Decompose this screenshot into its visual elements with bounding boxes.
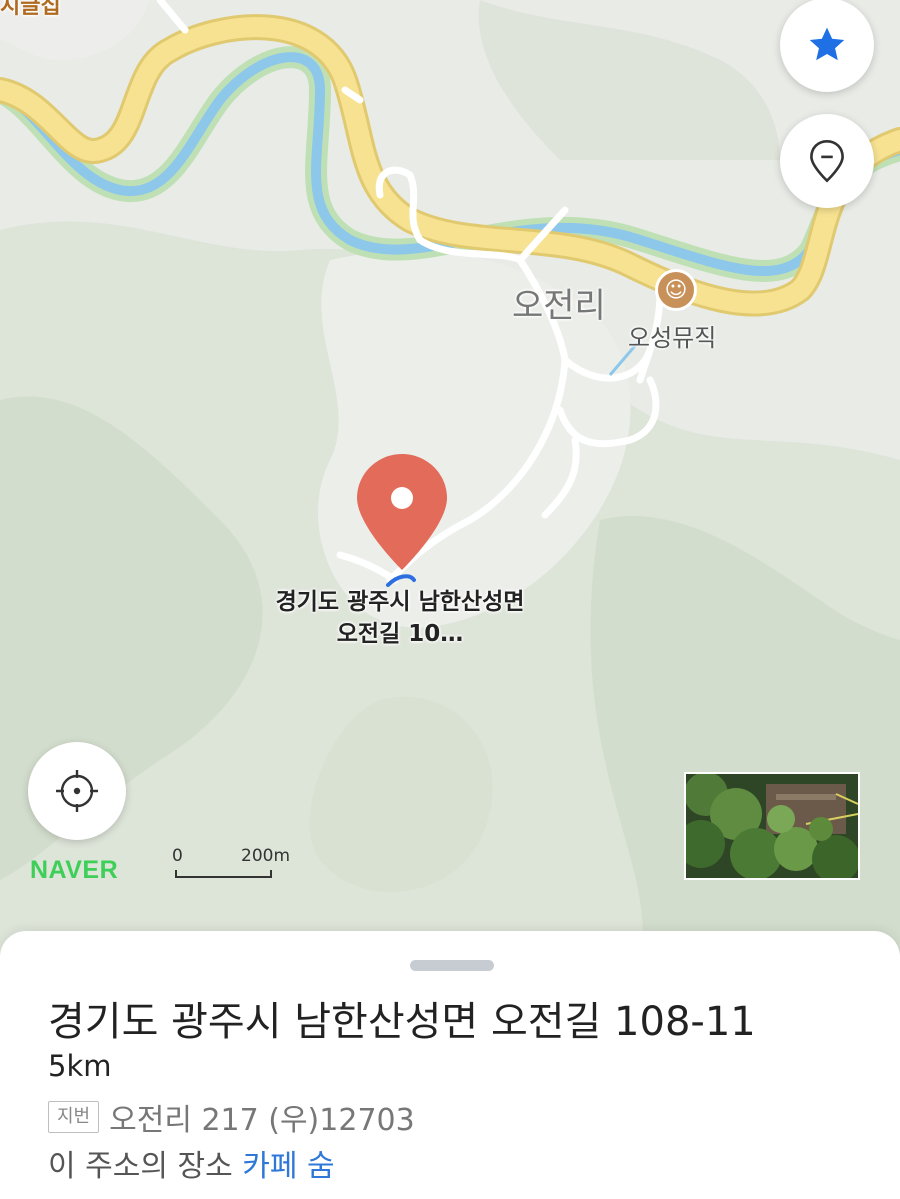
- sheet-drag-handle[interactable]: [410, 960, 494, 971]
- scale-zero-label: 0: [172, 846, 183, 866]
- scale-bar: [175, 870, 272, 878]
- distance-text: 5km: [48, 1049, 112, 1083]
- jibun-address: 오전리 217 (우)12703: [109, 1103, 415, 1138]
- naver-logo: NAVER: [30, 856, 119, 884]
- location-pin-icon[interactable]: [355, 452, 449, 572]
- address-info-sheet[interactable]: 경기도 광주시 남한산성면 오전길 108-11 5km 지번 오전리 217 …: [0, 931, 900, 1199]
- crosshair-icon: [56, 770, 98, 812]
- place-marker-button[interactable]: [780, 114, 874, 208]
- village-label: 오전리: [512, 286, 606, 326]
- street-view-photo: [686, 774, 858, 878]
- street-view-thumbnail[interactable]: [684, 772, 860, 880]
- map-scale: 0 200m: [172, 846, 302, 882]
- jibun-badge: 지번: [48, 1101, 100, 1133]
- place-link[interactable]: 카페 숨: [242, 1149, 334, 1184]
- favorite-button[interactable]: [780, 0, 874, 92]
- address-place-row: 이 주소의 장소 카페 숨: [48, 1141, 335, 1185]
- poi-label[interactable]: 오성뮤직: [628, 318, 716, 353]
- scale-distance-label: 200m: [241, 846, 291, 866]
- theater-mask-icon[interactable]: ☺: [655, 269, 697, 311]
- place-label-top[interactable]: 지글집: [0, 0, 61, 20]
- pin-address-line-1: 경기도 광주시 남한산성면: [275, 589, 525, 615]
- pin-address-line-2: 오전길 10…: [336, 621, 464, 647]
- address-title: 경기도 광주시 남한산성면 오전길 108-11: [48, 999, 756, 1045]
- place-prefix: 이 주소의 장소: [48, 1149, 233, 1184]
- map-view[interactable]: 지글집 오전리 ☺ 오성뮤직 경기도 광주시 남한산성면 오전길 10… NAV…: [0, 0, 900, 960]
- pin-address-label: 경기도 광주시 남한산성면 오전길 10…: [210, 586, 590, 650]
- jibun-row: 지번 오전리 217 (우)12703: [48, 1097, 415, 1138]
- star-icon: [809, 27, 845, 61]
- location-pin-outline-icon: [810, 139, 844, 183]
- my-location-button[interactable]: [28, 742, 126, 840]
